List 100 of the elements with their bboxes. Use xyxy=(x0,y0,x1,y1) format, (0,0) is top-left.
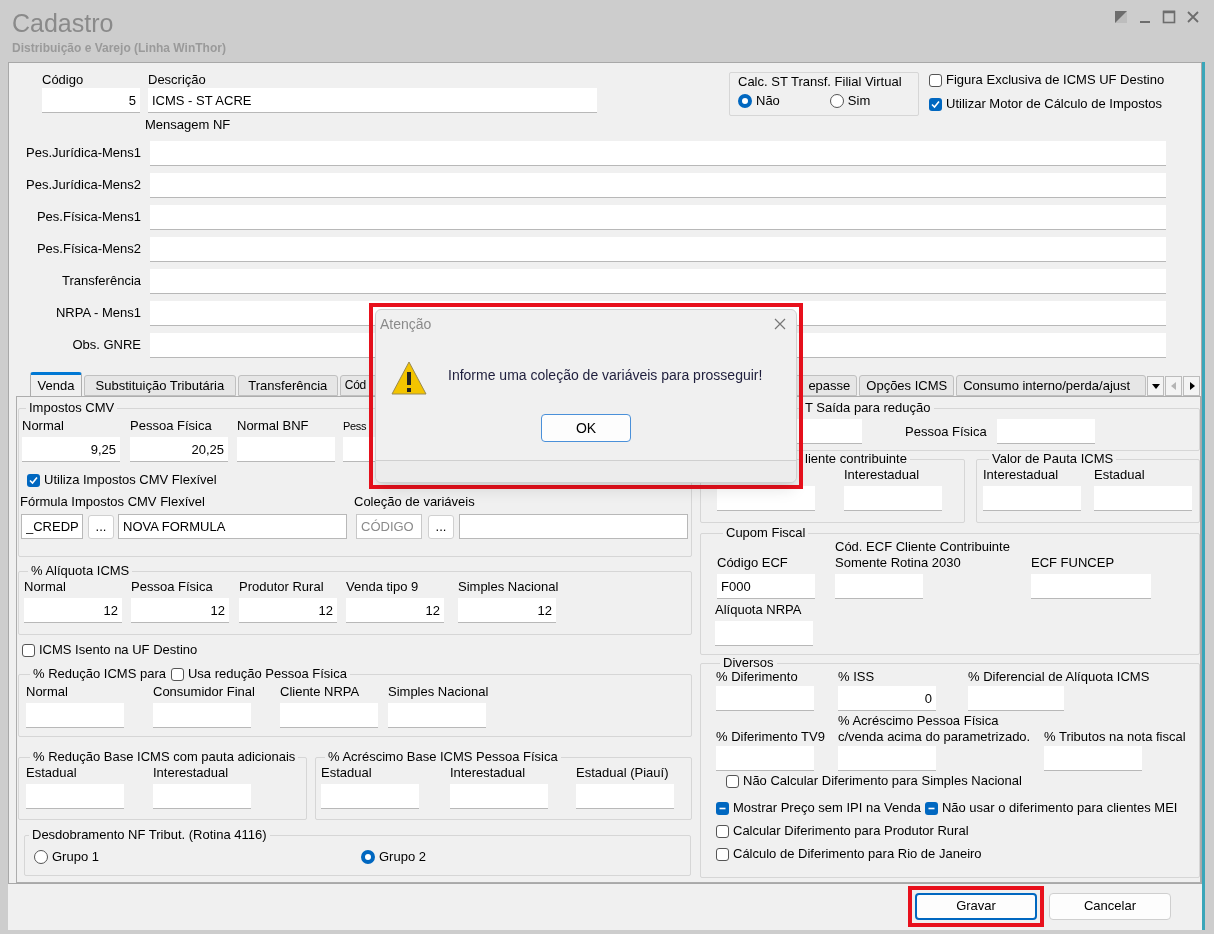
input-field[interactable] xyxy=(983,486,1081,511)
field-label: % Diferimento xyxy=(716,669,799,685)
field-label: Simples Nacional xyxy=(388,684,490,700)
input-field[interactable] xyxy=(576,784,674,809)
field-label: Código xyxy=(42,72,85,88)
checkbox[interactable] xyxy=(924,801,938,815)
radio-label: Não xyxy=(756,93,780,109)
input-field[interactable] xyxy=(150,140,1166,166)
input-field[interactable] xyxy=(150,236,1166,262)
field-label: Cliente NRPA xyxy=(280,684,361,700)
checkbox[interactable] xyxy=(726,774,739,788)
input-field[interactable] xyxy=(997,419,1095,444)
close-icon[interactable] xyxy=(774,318,786,330)
tab[interactable]: Consumo interno/perda/ajust xyxy=(956,375,1147,396)
dialog-message: Informe uma coleção de variáveis para prosseguir! xyxy=(448,366,763,385)
tab[interactable]: Opções ICMS xyxy=(859,375,955,396)
tab[interactable]: Venda xyxy=(30,372,82,396)
group-title: % Redução Base ICMS com pauta adicionais xyxy=(30,749,299,765)
close-icon[interactable] xyxy=(1186,10,1200,24)
radio-button[interactable] xyxy=(738,94,752,108)
checkbox[interactable] xyxy=(716,801,729,815)
radio-button[interactable] xyxy=(829,94,844,108)
checkbox[interactable] xyxy=(716,847,729,861)
radio-button[interactable] xyxy=(34,850,48,864)
field-label: Pessoa Física xyxy=(131,579,214,595)
input-field[interactable]: 12 xyxy=(131,598,229,623)
radio-button[interactable] xyxy=(361,850,375,864)
checkbox[interactable] xyxy=(929,73,942,87)
input-field[interactable]: 12 xyxy=(239,598,337,623)
input-field[interactable] xyxy=(1031,574,1151,599)
input-field[interactable]: F000 xyxy=(717,574,815,599)
window-title: Cadastro xyxy=(12,8,115,38)
input-field[interactable] xyxy=(1044,746,1142,771)
input-field[interactable] xyxy=(716,686,814,711)
input-field[interactable] xyxy=(388,703,486,728)
field-label: Pes.Física-Mens2 xyxy=(35,241,141,257)
group-title: % Redução ICMS para xyxy=(30,666,171,682)
checkbox[interactable] xyxy=(929,97,942,111)
input-field[interactable] xyxy=(835,574,923,599)
field-label: Pess xyxy=(343,419,367,434)
input-field[interactable] xyxy=(150,172,1166,198)
input-field[interactable] xyxy=(26,703,124,728)
maximize-icon[interactable] xyxy=(1162,10,1176,24)
field-label: Produtor Rural xyxy=(239,579,325,595)
input-field[interactable]: ICMS - ST ACRE xyxy=(148,88,597,113)
input-field[interactable]: 12 xyxy=(346,598,444,623)
input-field[interactable] xyxy=(153,784,251,809)
input-field[interactable] xyxy=(26,784,124,809)
field-label: Consumidor Final xyxy=(153,684,256,700)
input-field[interactable] xyxy=(716,746,814,771)
save-button[interactable]: Gravar xyxy=(915,892,1037,920)
input-field[interactable]: _CREDP xyxy=(21,514,83,539)
field-label: Obs. GNRE xyxy=(71,337,141,353)
input-field[interactable]: 12 xyxy=(24,598,122,623)
browse-button[interactable]: ... xyxy=(428,514,454,539)
tab[interactable]: Substituição Tributária xyxy=(83,375,236,396)
radio-label: Grupo 1 xyxy=(52,849,99,865)
input-field[interactable]: 5 xyxy=(42,88,140,113)
field-label: % Tributos na nota fiscal xyxy=(1044,729,1187,745)
input-field[interactable]: 20,25 xyxy=(130,437,228,462)
input-field[interactable]: CÓDIGO xyxy=(356,514,422,539)
checkbox[interactable] xyxy=(716,824,729,838)
input-field[interactable]: 12 xyxy=(458,598,556,623)
input-field[interactable] xyxy=(1094,486,1192,511)
field-label: Pessoa Física xyxy=(905,423,988,440)
checkbox-label: Cálculo de Diferimento para Rio de Janeiro xyxy=(732,846,982,862)
browse-button[interactable]: ... xyxy=(88,514,114,539)
group-title: % Alíquota ICMS xyxy=(28,563,133,579)
input-field[interactable] xyxy=(715,621,813,646)
dialog-title: Atenção xyxy=(380,314,432,334)
input-field[interactable] xyxy=(459,514,688,539)
field-label: Cód. ECF Cliente Contribuinte Somente Rotina 2030 xyxy=(835,539,1011,571)
checkbox-label: Utilizar Motor de Cálculo de Impostos xyxy=(945,96,1163,112)
input-field[interactable] xyxy=(968,686,1064,711)
input-field[interactable]: NOVA FORMULA xyxy=(118,514,347,539)
field-label: Interestadual xyxy=(983,467,1060,483)
input-field[interactable] xyxy=(795,419,862,444)
cancel-button[interactable]: Cancelar xyxy=(1049,892,1171,920)
input-field[interactable] xyxy=(321,784,419,809)
input-field[interactable] xyxy=(280,703,378,728)
checkbox-label: ICMS Isento na UF Destino xyxy=(38,642,198,658)
ok-button[interactable]: OK xyxy=(541,414,631,442)
field-label: % Acréscimo Pessoa Física c/venda acima do parametrizado. xyxy=(838,713,1032,745)
input-field[interactable] xyxy=(150,268,1166,294)
checkbox[interactable] xyxy=(22,643,35,657)
restore-icon[interactable] xyxy=(1114,10,1128,24)
input-field[interactable] xyxy=(450,784,548,809)
input-field[interactable] xyxy=(838,746,936,771)
checkbox[interactable] xyxy=(170,667,184,681)
input-field[interactable] xyxy=(153,703,251,728)
checkbox[interactable] xyxy=(27,473,40,487)
input-field[interactable] xyxy=(844,486,942,511)
input-field[interactable] xyxy=(237,437,335,462)
input-field[interactable]: 0 xyxy=(838,686,936,711)
input-field[interactable]: 9,25 xyxy=(22,437,120,462)
tab[interactable]: Transferência xyxy=(237,375,338,396)
field-label: Normal BNF xyxy=(237,418,310,434)
input-field[interactable] xyxy=(150,204,1166,230)
group-title: Cupom Fiscal xyxy=(723,525,809,541)
field-label: Pes.Jurídica-Mens1 xyxy=(25,145,141,161)
